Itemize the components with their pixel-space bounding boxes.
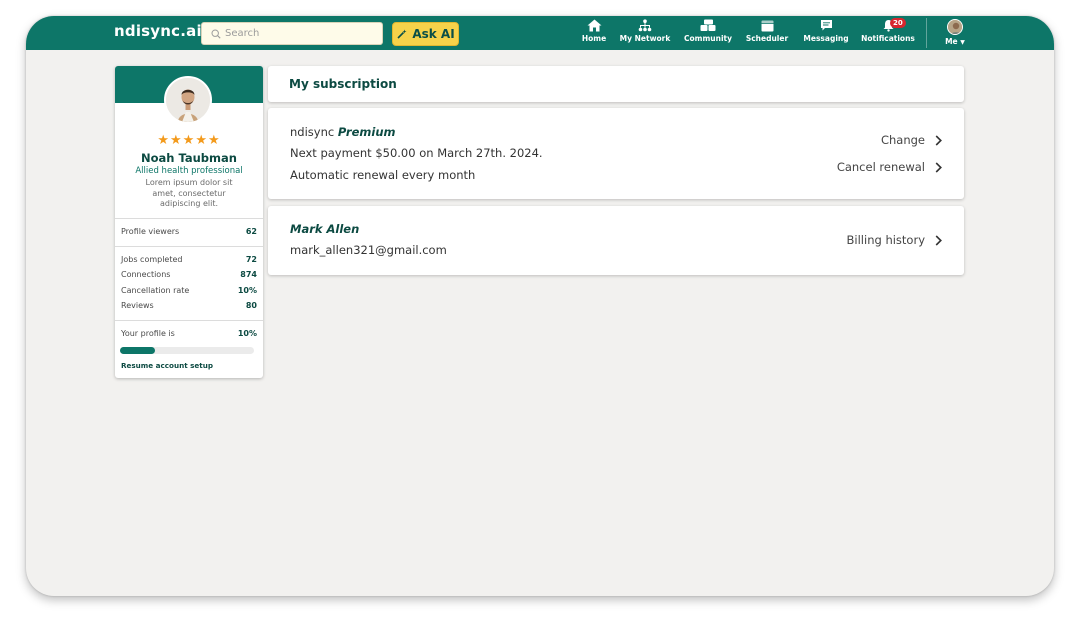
search-icon	[211, 28, 221, 39]
subscription-details-card: ndisync Premium Next payment $50.00 on M…	[268, 108, 964, 199]
account-name: Mark Allen	[290, 222, 360, 236]
avatar	[947, 19, 963, 35]
nav-me-menu[interactable]: Me ▼	[939, 19, 971, 49]
notifications-count-badge: 20	[890, 18, 906, 28]
stat-cancellation-rate[interactable]: Cancellation rate 10%	[121, 286, 257, 295]
change-plan-label: Change	[880, 133, 925, 147]
chevron-right-icon	[935, 161, 942, 173]
stat-label: Profile viewers	[121, 227, 180, 236]
stat-value: 10%	[237, 286, 257, 295]
rating-stars: ★★★★★	[157, 133, 221, 148]
plan-name: Premium	[337, 125, 396, 139]
nav-home[interactable]: Home	[579, 19, 609, 49]
nav-messaging-label: Messaging	[803, 34, 849, 43]
change-plan-button[interactable]: Change	[881, 133, 942, 147]
messaging-icon	[820, 20, 832, 31]
profile-name[interactable]: Noah Taubman	[115, 151, 263, 165]
profile-card: ★★★★★ Noah Taubman Allied health profess…	[115, 66, 263, 378]
me-text: Me	[945, 37, 958, 46]
stat-jobs-completed[interactable]: Jobs completed 72	[121, 255, 257, 264]
nav-notifications-label: Notifications	[861, 34, 915, 43]
home-icon	[587, 19, 601, 32]
subscription-header: My subscription	[268, 66, 964, 102]
chevron-right-icon	[935, 134, 942, 146]
plan-prefix: ndisync	[290, 125, 335, 139]
plan-line: ndisync Premium	[290, 125, 396, 139]
stat-label: Connections	[121, 270, 171, 279]
stat-connections[interactable]: Connections 874	[121, 270, 257, 279]
caret-down-icon: ▼	[960, 39, 965, 46]
stat-value: 80	[245, 301, 257, 310]
nav-notifications[interactable]: 20 Notifications	[861, 18, 915, 49]
nav-community[interactable]: Community	[682, 19, 734, 49]
stat-label: Cancellation rate	[121, 286, 190, 295]
stat-label: Reviews	[121, 301, 154, 310]
divider	[115, 218, 263, 219]
nav-my-network-label: My Network	[619, 34, 671, 43]
page-title: My subscription	[289, 77, 397, 91]
completion-label: Your profile is	[121, 329, 175, 338]
scheduler-icon	[761, 20, 773, 32]
top-navbar: ndisync.ai Search Ask AI Home My Network…	[26, 16, 1054, 50]
search-input[interactable]: Search	[201, 22, 383, 45]
profile-bio: Lorem ipsum dolor sit amet, consectetur …	[145, 178, 233, 208]
renewal-text: Automatic renewal every month	[290, 168, 476, 182]
nav-community-label: Community	[683, 34, 732, 43]
stat-value: 874	[240, 270, 257, 279]
brand-logo[interactable]: ndisync.ai	[114, 22, 202, 40]
nav-scheduler-label: Scheduler	[745, 34, 789, 43]
billing-history-button[interactable]: Billing history	[847, 233, 942, 247]
stat-value: 72	[245, 255, 257, 264]
profile-completion: Your profile is 10%	[121, 329, 257, 338]
network-icon	[638, 19, 652, 32]
account-card: Mark Allen mark_allen321@gmail.com Billi…	[268, 206, 964, 275]
profile-progress-bar	[120, 347, 254, 354]
billing-history-label: Billing history	[846, 233, 925, 247]
nav-home-label: Home	[581, 34, 607, 43]
cancel-renewal-button[interactable]: Cancel renewal	[837, 160, 942, 174]
profile-progress-fill	[120, 347, 155, 354]
nav-scheduler[interactable]: Scheduler	[745, 19, 789, 49]
nav-messaging[interactable]: Messaging	[801, 19, 851, 49]
resume-account-setup-link[interactable]: Resume account setup	[121, 361, 213, 370]
nav-me-label: Me ▼	[945, 37, 965, 46]
divider	[115, 246, 263, 247]
divider	[115, 320, 263, 321]
search-placeholder: Search	[225, 28, 260, 39]
next-payment-text: Next payment $50.00 on March 27th. 2024.	[290, 146, 543, 160]
nav-my-network[interactable]: My Network	[619, 19, 671, 49]
profile-role: Allied health professional	[135, 166, 243, 176]
community-icon	[700, 19, 716, 31]
app-window: ndisync.ai Search Ask AI Home My Network…	[26, 16, 1054, 596]
ask-ai-label: Ask AI	[412, 27, 455, 41]
cancel-renewal-label: Cancel renewal	[836, 160, 925, 174]
chevron-right-icon	[935, 234, 942, 246]
completion-value: 10%	[237, 329, 257, 338]
ask-ai-button[interactable]: Ask AI	[392, 22, 459, 46]
wand-icon	[397, 29, 407, 39]
stat-profile-viewers[interactable]: Profile viewers 62	[121, 227, 257, 236]
account-email: mark_allen321@gmail.com	[290, 243, 447, 257]
stat-reviews[interactable]: Reviews 80	[121, 301, 257, 310]
stat-label: Jobs completed	[121, 255, 183, 264]
nav-divider	[926, 18, 927, 48]
profile-photo[interactable]	[164, 76, 212, 124]
stat-value: 62	[245, 227, 257, 236]
